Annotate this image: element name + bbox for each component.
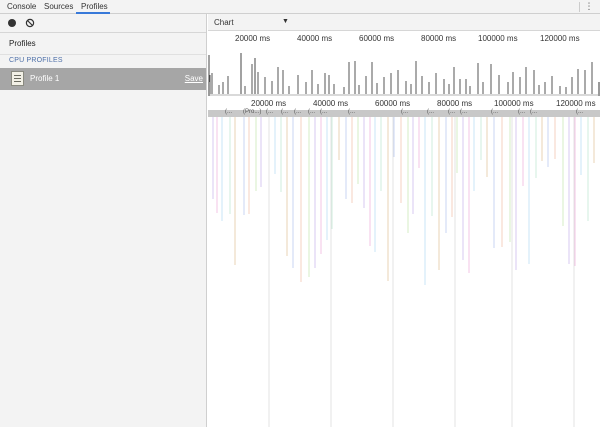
toolbar-divider	[579, 2, 580, 12]
ruler-tick-label: 100000 ms	[494, 99, 534, 108]
flame-bar-label[interactable]: (...	[530, 109, 537, 115]
view-mode-value: Chart	[214, 18, 234, 27]
flame-bar-label[interactable]: (...	[448, 109, 455, 115]
flame-bar-label[interactable]: (...	[401, 109, 408, 115]
ruler-tick-label: 120000 ms	[556, 99, 596, 108]
window-left-handle[interactable]	[208, 82, 210, 96]
tab-profiles[interactable]: Profiles	[81, 2, 108, 11]
tab-console[interactable]: Console	[7, 2, 36, 11]
tab-sources[interactable]: Sources	[44, 2, 73, 11]
timeline-overview[interactable]: 20000 ms 40000 ms 60000 ms 80000 ms 1000…	[208, 31, 600, 96]
profile-view: Chart ▼ 20000 ms 40000 ms 60000 ms 80000…	[208, 14, 600, 427]
sidebar-title: Profiles	[9, 39, 36, 48]
flame-chart[interactable]	[208, 117, 600, 427]
tab-strip: Console Sources Profiles ⋮	[0, 0, 600, 14]
flame-bar-label[interactable]: (...	[460, 109, 467, 115]
flame-bar-label[interactable]: (...	[348, 109, 355, 115]
clear-icon[interactable]	[25, 18, 35, 28]
dropdown-arrow-icon: ▼	[282, 18, 289, 25]
sidebar-item-label: Profile 1	[30, 74, 60, 83]
divider	[0, 54, 206, 55]
ruler-tick-label: 60000 ms	[375, 99, 411, 108]
flame-bar-label[interactable]: (...	[266, 109, 273, 115]
save-link[interactable]: Save	[185, 74, 203, 83]
flame-bar-label[interactable]: (...	[491, 109, 498, 115]
cpu-profile-icon	[11, 71, 24, 86]
time-ruler: 20000 ms 40000 ms 60000 ms 80000 ms 1000…	[208, 82, 600, 110]
flame-bar-label[interactable]: (...	[281, 109, 288, 115]
flame-bar-label[interactable]: (...	[308, 109, 315, 115]
flame-bar-label[interactable]: (Pro...)	[243, 109, 261, 115]
profiles-sidebar: Profiles CPU PROFILES Profile 1 Save	[0, 14, 207, 427]
flame-chart-root-row[interactable]: (... (Pro...) (... (... (... (... (... (... (...…	[208, 109, 600, 117]
flame-bar-label[interactable]: (...	[427, 109, 434, 115]
ruler-tick-label: 80000 ms	[437, 99, 473, 108]
view-mode-select[interactable]: Chart ▼	[208, 14, 600, 31]
kebab-menu-icon[interactable]: ⋮	[584, 1, 594, 12]
flame-bar-label[interactable]: (...	[518, 109, 525, 115]
section-header-cpu-profiles: CPU PROFILES	[9, 57, 63, 64]
flame-bar-label[interactable]: (...	[320, 109, 327, 115]
sidebar-toolbar	[0, 14, 206, 33]
cpu-activity-spikes	[208, 53, 593, 94]
flame-bar-label[interactable]: (...	[225, 109, 232, 115]
ruler-tick-label: 20000 ms	[251, 99, 287, 108]
ruler-tick-label: 40000 ms	[313, 99, 349, 108]
flame-bar-label[interactable]: (...	[576, 109, 583, 115]
flame-bar-label[interactable]: (...	[294, 109, 301, 115]
record-icon[interactable]	[8, 19, 16, 27]
sidebar-item-profile-1[interactable]: Profile 1 Save	[0, 68, 206, 90]
